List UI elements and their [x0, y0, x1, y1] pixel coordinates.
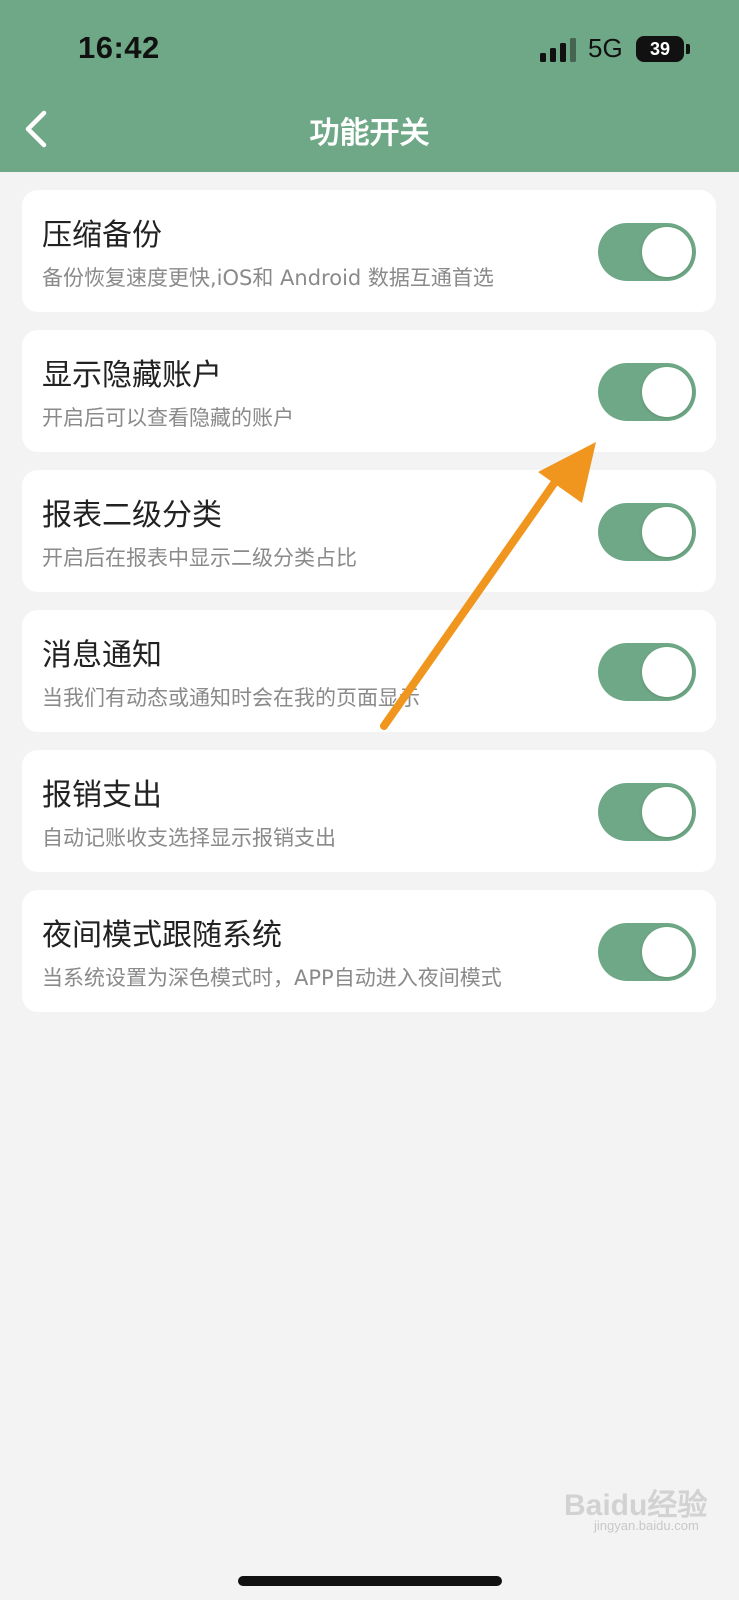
- setting-description: 备份恢复速度更快,iOS和 Android 数据互通首选: [42, 266, 494, 290]
- network-type: 5G: [588, 33, 623, 63]
- setting-title: 压缩备份: [42, 218, 162, 253]
- setting-description: 开启后在报表中显示二级分类占比: [42, 546, 357, 570]
- status-bar: 16:42 5G 39: [0, 0, 739, 96]
- setting-title: 报表二级分类: [42, 498, 222, 533]
- setting-description: 当我们有动态或通知时会在我的页面显示: [42, 686, 420, 710]
- compress-backup-toggle[interactable]: [598, 223, 696, 281]
- setting-description: 开启后可以查看隐藏的账户: [42, 406, 294, 430]
- setting-report-subcategory: 报表二级分类 开启后在报表中显示二级分类占比: [22, 470, 716, 592]
- cellular-signal-icon: [540, 38, 576, 62]
- show-hidden-accounts-toggle[interactable]: [598, 363, 696, 421]
- setting-night-mode-follow-system: 夜间模式跟随系统 当系统设置为深色模式时，APP自动进入夜间模式: [22, 890, 716, 1012]
- page-title: 功能开关: [309, 116, 430, 151]
- toggle-knob: [642, 367, 692, 417]
- setting-title: 报销支出: [42, 778, 162, 813]
- toggle-knob: [642, 507, 692, 557]
- setting-title: 显示隐藏账户: [42, 358, 222, 393]
- status-time: 16:42: [78, 30, 160, 65]
- reimbursement-expense-toggle[interactable]: [598, 783, 696, 841]
- setting-title: 夜间模式跟随系统: [42, 918, 282, 953]
- setting-reimbursement-expense: 报销支出 自动记账收支选择显示报销支出: [22, 750, 716, 872]
- setting-compress-backup: 压缩备份 备份恢复速度更快,iOS和 Android 数据互通首选: [22, 190, 716, 312]
- setting-description: 当系统设置为深色模式时，APP自动进入夜间模式: [42, 966, 502, 990]
- battery-tip: [686, 44, 690, 54]
- setting-notifications: 消息通知 当我们有动态或通知时会在我的页面显示: [22, 610, 716, 732]
- settings-list: 压缩备份 备份恢复速度更快,iOS和 Android 数据互通首选 显示隐藏账户…: [22, 190, 716, 1030]
- setting-description: 自动记账收支选择显示报销支出: [42, 826, 336, 850]
- setting-title: 消息通知: [42, 638, 162, 673]
- notifications-toggle[interactable]: [598, 643, 696, 701]
- toggle-knob: [642, 927, 692, 977]
- baidu-watermark: Baidu经验 jingyan.baidu.com: [564, 1480, 724, 1533]
- night-mode-toggle[interactable]: [598, 923, 696, 981]
- toggle-knob: [642, 227, 692, 277]
- battery-icon: 39: [636, 36, 684, 62]
- toggle-knob: [642, 647, 692, 697]
- home-indicator[interactable]: [238, 1576, 502, 1586]
- app-header: 16:42 5G 39 功能开关: [0, 0, 739, 172]
- watermark-subtext: jingyan.baidu.com: [594, 1518, 699, 1533]
- report-subcategory-toggle[interactable]: [598, 503, 696, 561]
- setting-show-hidden-accounts: 显示隐藏账户 开启后可以查看隐藏的账户: [22, 330, 716, 452]
- toggle-knob: [642, 787, 692, 837]
